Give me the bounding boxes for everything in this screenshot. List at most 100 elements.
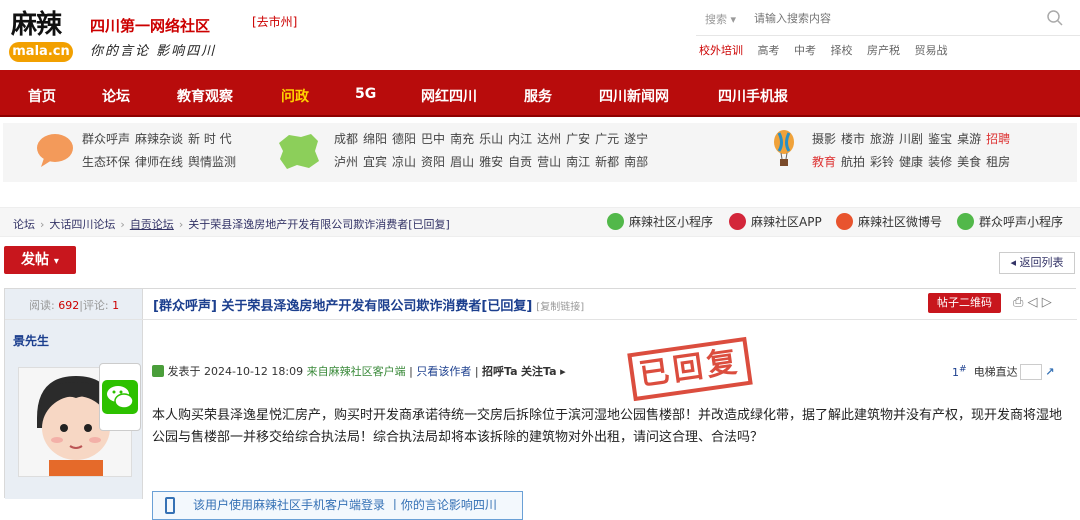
nav-item-forum[interactable]: 论坛: [102, 86, 130, 106]
post-time: 2024-10-12 18:09: [204, 365, 304, 378]
city-link[interactable]: 成都: [334, 132, 358, 146]
floor-jump-input[interactable]: [1019, 363, 1042, 380]
service-link-miniprogram[interactable]: 麻辣社区小程序: [607, 213, 713, 233]
channel-link[interactable]: 生态环保: [82, 155, 130, 169]
city-link[interactable]: 内江: [508, 132, 532, 146]
service-link-app[interactable]: 麻辣社区APP: [729, 213, 822, 233]
channel-link[interactable]: 麻辣杂谈: [135, 132, 183, 146]
hot-link[interactable]: 中考: [794, 44, 816, 57]
city-switch-link[interactable]: [去市州]: [252, 13, 297, 30]
mobile-client-note[interactable]: 该用户使用麻辣社区手机客户端登录 丨你的言论影响四川: [152, 491, 523, 520]
life-link[interactable]: 美食: [957, 155, 981, 169]
city-link[interactable]: 广元: [595, 132, 619, 146]
nav-item-mobile-paper[interactable]: 四川手机报: [718, 86, 788, 106]
new-post-button[interactable]: 发帖 ▾: [4, 246, 76, 274]
life-link[interactable]: 招聘: [986, 132, 1010, 146]
city-link[interactable]: 南江: [566, 155, 590, 169]
breadcrumb-item[interactable]: 自贡论坛: [130, 218, 174, 231]
city-link[interactable]: 乐山: [479, 132, 503, 146]
city-link[interactable]: 广安: [566, 132, 590, 146]
breadcrumb-item[interactable]: 大话四川论坛: [49, 218, 115, 231]
hot-link[interactable]: 贸易战: [915, 44, 948, 57]
post-content: 本人购买荣县泽逸星悦汇房产，购买时开发商承诺待统一交房后拆除位于滨河湿地公园售楼…: [152, 408, 1063, 445]
follow-link[interactable]: 关注Ta: [521, 365, 557, 378]
nav-item-service[interactable]: 服务: [524, 86, 552, 106]
channel-link[interactable]: 群众呼声: [82, 132, 130, 146]
channel-link[interactable]: 舆情监测: [188, 155, 236, 169]
prev-thread-icon[interactable]: ◁: [1028, 295, 1038, 310]
city-link[interactable]: 绵阳: [363, 132, 387, 146]
hot-link[interactable]: 择校: [831, 44, 853, 57]
life-link[interactable]: 川剧: [899, 132, 923, 146]
nav-item-wenzheng[interactable]: 问政: [281, 86, 309, 106]
miniprogram-icon: [607, 213, 624, 230]
nav-item-education[interactable]: 教育观察: [177, 86, 233, 106]
city-link[interactable]: 自贡: [508, 155, 532, 169]
author-sidebar: 阅读: 692|评论: 1 景先生: [5, 289, 142, 499]
life-link[interactable]: 装修: [928, 155, 952, 169]
thread-stats: 阅读: 692|评论: 1: [29, 299, 120, 312]
back-to-list-button[interactable]: ◂ 返回列表: [999, 252, 1075, 274]
city-link[interactable]: 巴中: [421, 132, 445, 146]
sichuan-map-icon: [275, 131, 321, 174]
channel-link[interactable]: 新 时 代: [188, 132, 232, 146]
wechat-share-icon[interactable]: [99, 363, 141, 431]
print-icon[interactable]: ⎙: [1013, 295, 1023, 310]
mobile-phone-icon: [165, 497, 175, 514]
life-link[interactable]: 鉴宝: [928, 132, 952, 146]
app-icon: [729, 213, 746, 230]
breadcrumb-bar: 论坛 › 大话四川论坛 › 自贡论坛 › 关于荣县泽逸房地产开发有限公司欺诈消费者[已回复]…: [0, 207, 1080, 237]
hot-link[interactable]: 房产税: [867, 44, 900, 57]
service-link-weibo[interactable]: 麻辣社区微博号: [836, 213, 942, 233]
breadcrumb-item[interactable]: 关于荣县泽逸房地产开发有限公司欺诈消费者[已回复]: [188, 218, 450, 231]
nav-item-influencer[interactable]: 网红四川: [421, 86, 477, 106]
search-icon[interactable]: [1046, 9, 1064, 30]
life-link[interactable]: 租房: [986, 155, 1010, 169]
breadcrumb-item[interactable]: 论坛: [13, 218, 35, 231]
city-link[interactable]: 南充: [450, 132, 474, 146]
life-link[interactable]: 桌游: [957, 132, 981, 146]
next-thread-icon[interactable]: ▷: [1042, 295, 1052, 310]
hot-link[interactable]: 高考: [758, 44, 780, 57]
replied-stamp: 已回复: [627, 336, 753, 402]
nav-item-news[interactable]: 四川新闻网: [599, 86, 669, 106]
nav-item-home[interactable]: 首页: [28, 86, 56, 106]
life-link[interactable]: 健康: [899, 155, 923, 169]
city-link[interactable]: 新都: [595, 155, 619, 169]
author-name[interactable]: 景先生: [13, 332, 49, 349]
search-bar: 搜索 ▾: [696, 0, 1080, 36]
city-link[interactable]: 南部: [624, 155, 648, 169]
search-input[interactable]: [754, 9, 1024, 27]
nav-item-5g[interactable]: 5G: [355, 86, 376, 102]
city-link[interactable]: 德阳: [392, 132, 416, 146]
only-author-link[interactable]: 只看该作者: [416, 365, 471, 378]
site-logo[interactable]: 麻辣 mala.cn: [7, 4, 75, 62]
replies-count: 1: [112, 299, 120, 312]
city-link[interactable]: 凉山: [392, 155, 416, 169]
city-link[interactable]: 资阳: [421, 155, 445, 169]
city-link[interactable]: 营山: [537, 155, 561, 169]
chevron-right-icon: ›: [120, 218, 125, 231]
hot-link[interactable]: 校外培训: [699, 44, 743, 57]
jump-icon[interactable]: ↗: [1045, 366, 1054, 379]
channel-link[interactable]: 律师在线: [135, 155, 183, 169]
post-qrcode-button[interactable]: 帖子二维码: [928, 293, 1001, 313]
views-count: 692: [58, 299, 80, 312]
service-link-voice-miniprogram[interactable]: 群众呼声小程序: [957, 213, 1063, 233]
greet-link[interactable]: 招呼Ta: [482, 365, 518, 378]
search-type-select[interactable]: 搜索 ▾: [705, 11, 736, 27]
life-link[interactable]: 摄影: [812, 132, 836, 146]
city-link[interactable]: 雅安: [479, 155, 503, 169]
life-link[interactable]: 航拍: [841, 155, 865, 169]
life-link[interactable]: 教育: [812, 155, 836, 169]
life-link[interactable]: 彩铃: [870, 155, 894, 169]
city-link[interactable]: 眉山: [450, 155, 474, 169]
city-link[interactable]: 达州: [537, 132, 561, 146]
client-link[interactable]: 来自麻辣社区客户端: [307, 365, 406, 378]
life-link[interactable]: 旅游: [870, 132, 894, 146]
city-link[interactable]: 泸州: [334, 155, 358, 169]
city-link[interactable]: 遂宁: [624, 132, 648, 146]
city-link[interactable]: 宜宾: [363, 155, 387, 169]
life-link[interactable]: 楼市: [841, 132, 865, 146]
copy-link[interactable]: [复制链接]: [536, 302, 584, 313]
